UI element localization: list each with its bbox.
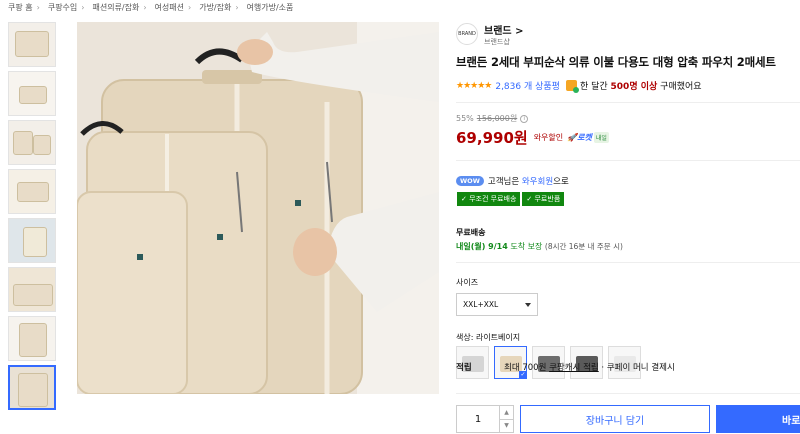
chevron-down-icon bbox=[525, 302, 531, 307]
quantity-arrows: ▲ ▼ bbox=[499, 406, 513, 432]
breadcrumb-item[interactable]: 패션의류/잡화 bbox=[84, 2, 143, 13]
buy-now-button[interactable]: 바로구매 bbox=[716, 405, 800, 433]
tomorrow-badge: 내일 bbox=[593, 132, 609, 143]
benefit-prefix: 최대 700원 bbox=[504, 363, 547, 373]
benefit-suffix: · 쿠페이 머니 결제시 bbox=[601, 363, 675, 373]
rating-row: ★★★★★ 2,836 개 상품평 한 달간 500명 이상 구매했어요 bbox=[456, 79, 800, 93]
breadcrumb-item[interactable]: 쿠팡 홈 bbox=[0, 2, 37, 13]
breadcrumb-item[interactable]: 여성패션 bbox=[147, 2, 188, 13]
thumbnail[interactable] bbox=[8, 267, 56, 312]
shipping-label: 무료배송 bbox=[456, 228, 486, 237]
size-selected-value: XXL+XXL bbox=[463, 300, 499, 309]
rocket-delivery-icon: 🚀로켓 bbox=[567, 133, 592, 142]
chevron-down-icon[interactable]: ▼ bbox=[500, 420, 513, 433]
product-main-image[interactable] bbox=[77, 22, 439, 394]
purchase-stat-suffix: 구매했어요 bbox=[660, 82, 702, 92]
info-icon[interactable]: i bbox=[520, 114, 529, 123]
thumbnail[interactable] bbox=[8, 120, 56, 165]
brand-row: BRAND 브랜드 > 브랜드샵 bbox=[456, 22, 800, 46]
quantity-input[interactable]: 1 bbox=[457, 406, 499, 432]
thumbnail[interactable] bbox=[8, 71, 56, 116]
benefit-row: 적립 최대 700원 쿠팡캐시 적립 · 쿠페이 머니 결제시 bbox=[456, 361, 675, 373]
coupang-cash-link[interactable]: 쿠팡캐시 적립 bbox=[549, 361, 599, 373]
brand-shop-label[interactable]: 브랜드샵 bbox=[484, 37, 523, 47]
brand-name-link[interactable]: 브랜드 > bbox=[484, 22, 523, 37]
product-title: 브랜든 2세대 부피순삭 의류 이불 다용도 대형 압축 파우치 2매세트 bbox=[456, 55, 776, 69]
discount-rate: 55% bbox=[456, 114, 474, 123]
wow-suffix: 으로 bbox=[553, 177, 569, 187]
thumbnail[interactable] bbox=[8, 169, 56, 214]
add-to-cart-button[interactable]: 장바구니 담기 bbox=[520, 405, 710, 433]
breadcrumb-item[interactable]: 쿠팡수입 bbox=[40, 2, 81, 13]
delivery-eta-row: 내일(월) 9/14 도착 보장 (8시간 16분 내 주문 시) bbox=[456, 241, 800, 252]
divider bbox=[456, 160, 800, 161]
thumbnail[interactable] bbox=[8, 22, 56, 67]
wow-member-row: WOW 고객님은 와우회원 으로 bbox=[456, 175, 800, 187]
delivery-guarantee: 도착 보장 bbox=[510, 242, 543, 251]
breadcrumb: 쿠팡 홈 › 쿠팡수입 › 패션의류/잡화 › 여성패션 › 가방/잡화 › 여행가방/소… bbox=[0, 0, 297, 14]
breadcrumb-item[interactable]: 가방/잡화 bbox=[191, 2, 235, 13]
free-shipping-tag: ✓ 무조건 무료배송 bbox=[456, 191, 522, 207]
sale-price-row: 69,990원 와우할인 🚀로켓 내일 bbox=[456, 127, 800, 148]
star-rating-icon: ★★★★★ bbox=[456, 80, 492, 91]
divider bbox=[456, 262, 800, 263]
order-deadline-note: (8시간 16분 내 주문 시) bbox=[544, 242, 623, 251]
wow-member-link[interactable]: 와우회원 bbox=[522, 175, 553, 187]
product-photo-illustration bbox=[77, 22, 439, 394]
color-label: 색상: 라이트베이지 bbox=[456, 333, 521, 342]
breadcrumb-item[interactable]: 여행가방/소품 bbox=[239, 2, 298, 13]
brand-logo[interactable]: BRAND bbox=[456, 23, 478, 45]
purchase-count: 500명 이상 bbox=[610, 82, 658, 92]
free-benefit-tags: ✓ 무조건 무료배송 ✓ 무료반품 bbox=[456, 191, 800, 207]
divider bbox=[456, 102, 800, 103]
quantity-stepper: 1 ▲ ▼ bbox=[456, 405, 514, 433]
thumbnail-list bbox=[8, 22, 58, 414]
benefit-label: 적립 bbox=[456, 363, 472, 373]
shopping-bag-icon bbox=[565, 80, 579, 93]
wow-discount-label: 와우할인 bbox=[533, 133, 564, 142]
sale-price: 69,990원 bbox=[456, 129, 528, 147]
product-info: BRAND 브랜드 > 브랜드샵 브랜든 2세대 부피순삭 의류 이불 다용도 … bbox=[456, 22, 800, 379]
purchase-stat-prefix: 한 달간 bbox=[579, 82, 608, 92]
thumbnail-active[interactable] bbox=[8, 365, 56, 410]
wow-prefix: 고객님은 bbox=[487, 177, 520, 187]
original-price-row: 55% 156,000원 i bbox=[456, 113, 800, 124]
chevron-up-icon[interactable]: ▲ bbox=[500, 406, 513, 420]
divider bbox=[456, 393, 800, 394]
wow-badge: WOW bbox=[456, 176, 484, 186]
thumbnail[interactable] bbox=[8, 218, 56, 263]
thumbnail[interactable] bbox=[8, 316, 56, 361]
original-price: 156,000원 bbox=[476, 114, 518, 123]
delivery-date: 내일(월) 9/14 bbox=[456, 242, 508, 251]
review-count-link[interactable]: 2,836 개 상품평 bbox=[495, 79, 560, 92]
free-return-tag: ✓ 무료반품 bbox=[521, 191, 566, 207]
size-select[interactable]: XXL+XXL bbox=[456, 293, 538, 316]
size-label: 사이즈 bbox=[456, 278, 479, 287]
